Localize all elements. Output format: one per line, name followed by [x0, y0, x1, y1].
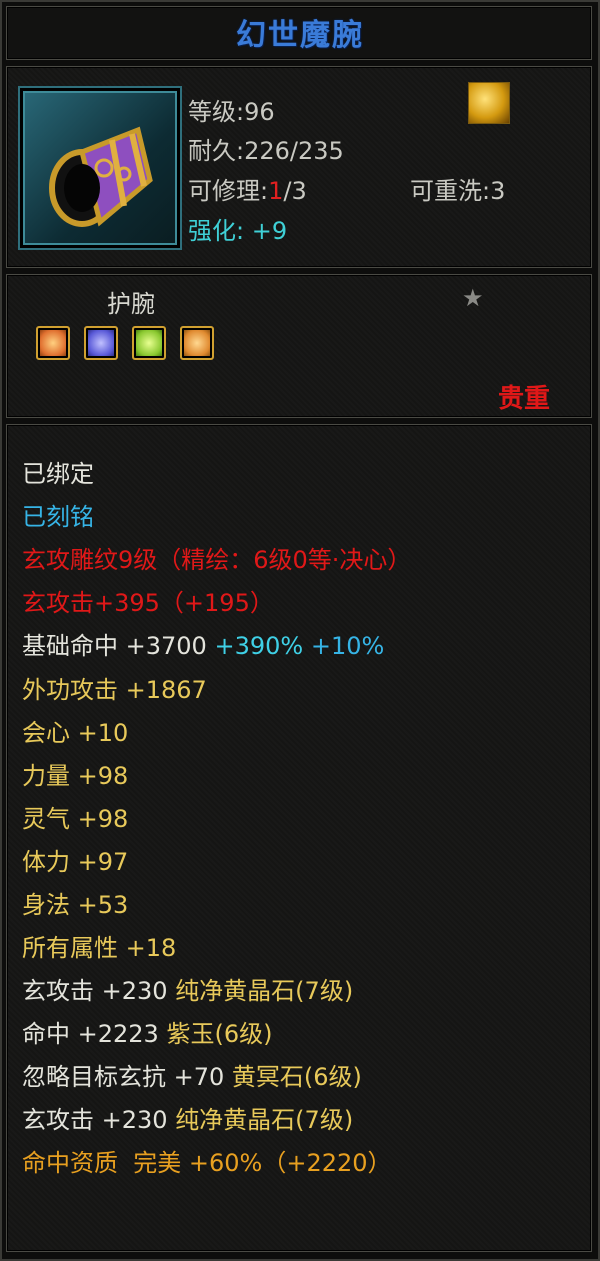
spirit-line: 灵气 +98 [22, 799, 128, 834]
gem-line-3-name: 黄冥石(6级) [231, 1063, 362, 1091]
gem-slot-3-icon[interactable] [132, 326, 166, 360]
slot-label: 护腕 [107, 290, 155, 318]
all-attr-value: +18 [125, 934, 177, 962]
str-label: 力量 [22, 762, 70, 790]
all-attr-line: 所有属性 +18 [22, 928, 176, 963]
agi-value: +53 [77, 891, 129, 919]
rarity-badge: 贵重 [498, 384, 551, 414]
bound-status: 已绑定 [22, 460, 94, 488]
carve-line: 玄攻雕纹9级（精绘：6级0等·决心） [22, 546, 412, 574]
quality-label: 命中资质 [22, 1149, 118, 1177]
engraved-status: 已刻铭 [22, 503, 94, 531]
gem-line-2-name: 紫玉(6级) [166, 1020, 273, 1048]
str-value: +98 [77, 762, 129, 790]
crit-line: 会心 +10 [22, 713, 128, 748]
repair-current: 1 [268, 177, 284, 205]
gem-line-2-stat: 命中 +2223 [22, 1020, 159, 1048]
repair-label: 可修理: [188, 177, 269, 205]
gem-line-2: 命中 +2223 紫玉(6级) [22, 1014, 272, 1049]
agi-line: 身法 +53 [22, 885, 128, 920]
gem-slot-2-icon[interactable] [84, 326, 118, 360]
quality-value: +60%（+2220） [188, 1149, 392, 1177]
item-repairable: 可修理:1/3 [188, 171, 307, 206]
crit-label: 会心 [22, 719, 70, 747]
ext-atk-line: 外功攻击 +1867 [22, 670, 207, 705]
gem-line-1-name: 纯净黄晶石(7级) [175, 977, 354, 1005]
bracer-icon [49, 126, 153, 227]
repair-max: /3 [283, 177, 307, 205]
gem-line-4-stat: 玄攻击 +230 [22, 1106, 168, 1134]
quality-grade: 完美 [133, 1149, 182, 1177]
gem-line-1: 玄攻击 +230 纯净黄晶石(7级) [22, 971, 353, 1006]
base-hit-pct1: +390% [214, 632, 304, 660]
xuan-attack-line: 玄攻击+395（+195） [22, 589, 274, 617]
base-hit-label: 基础命中 [22, 632, 118, 660]
crit-value: +10 [77, 719, 129, 747]
ext-atk-label: 外功攻击 [22, 676, 118, 704]
spirit-label: 灵气 [22, 805, 70, 833]
item-title: 幻世魔腕 [236, 18, 364, 53]
agi-label: 身法 [22, 891, 70, 919]
gem-line-4: 玄攻击 +230 纯净黄晶石(7级) [22, 1100, 353, 1135]
item-rewash: 可重洗:3 [410, 177, 506, 205]
vit-label: 体力 [22, 848, 70, 876]
star-icon: ★ [462, 284, 484, 312]
vit-value: +97 [77, 848, 129, 876]
bracer-item-icon [18, 86, 182, 250]
base-hit-value: +3700 [125, 632, 207, 660]
gem-line-3-stat: 忽略目标玄抗 +70 [22, 1063, 225, 1091]
item-durability: 耐久:226/235 [188, 137, 344, 165]
str-line: 力量 +98 [22, 756, 128, 791]
item-level: 等级:96 [188, 98, 275, 126]
spirit-value: +98 [77, 805, 129, 833]
gem-slot-4-icon[interactable] [180, 326, 214, 360]
vit-line: 体力 +97 [22, 842, 128, 877]
gem-slot-1-icon[interactable] [36, 326, 70, 360]
ext-atk-value: +1867 [125, 676, 207, 704]
quality-line: 命中资质 完美 +60%（+2220） [22, 1143, 392, 1178]
gem-line-1-stat: 玄攻击 +230 [22, 977, 168, 1005]
gem-line-4-name: 纯净黄晶石(7级) [175, 1106, 354, 1134]
item-enhance: 强化: +9 [188, 217, 288, 245]
base-hit-line: 基础命中 +3700 +390% +10% [22, 626, 384, 661]
gem-line-3: 忽略目标玄抗 +70 黄冥石(6级) [22, 1057, 362, 1092]
base-hit-pct2: +10% [310, 632, 385, 660]
all-attr-label: 所有属性 [22, 934, 118, 962]
gold-sparkle-icon[interactable] [468, 82, 510, 124]
